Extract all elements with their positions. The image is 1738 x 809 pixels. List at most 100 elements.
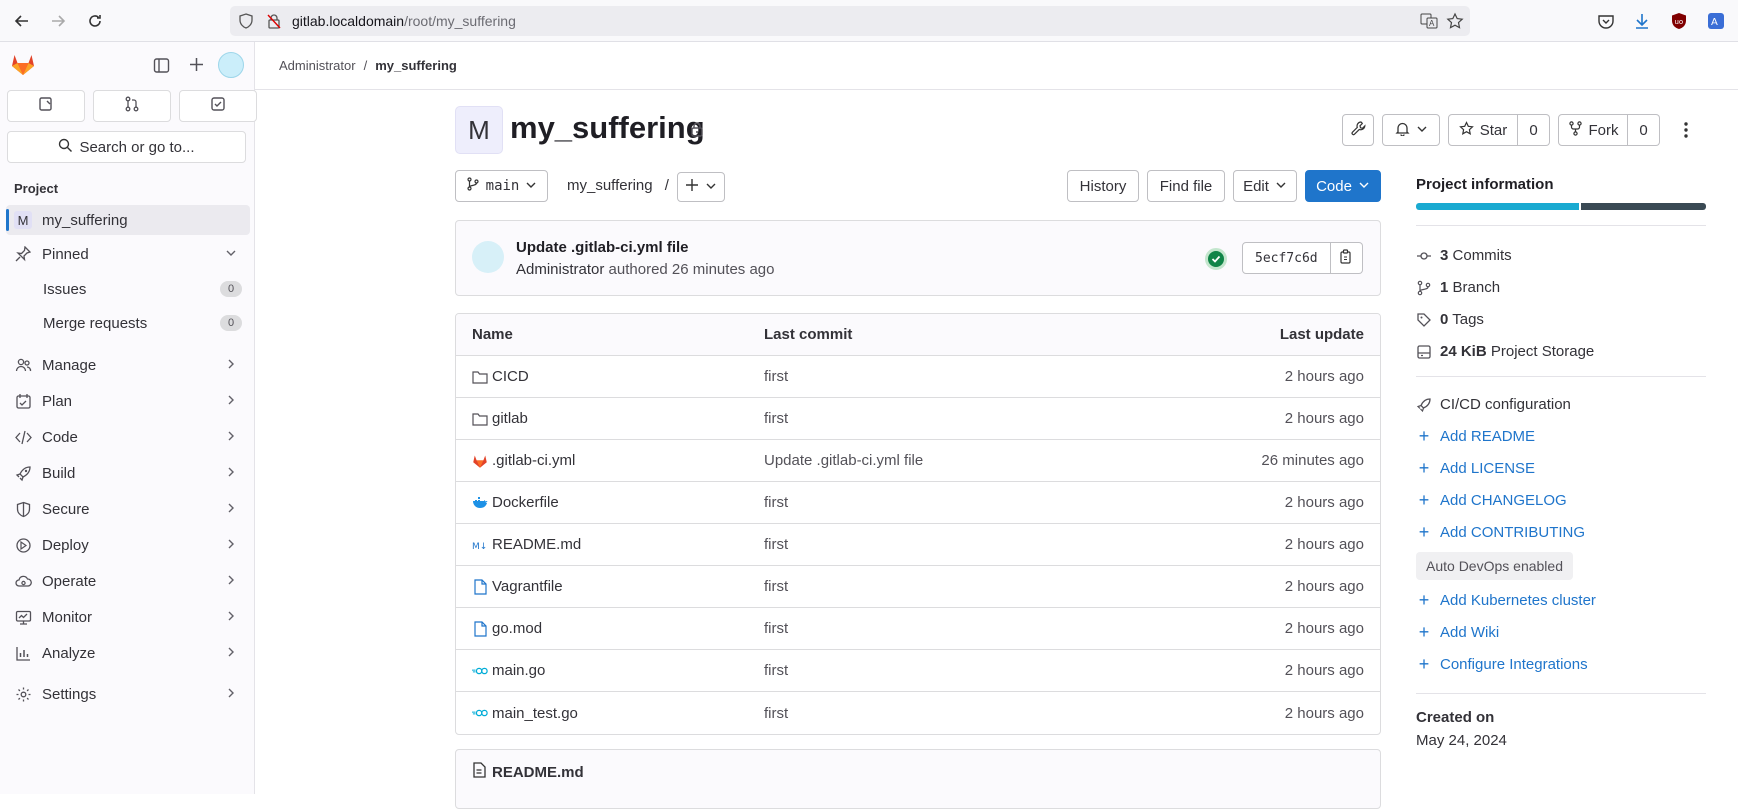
sidebar-item-plan[interactable]: Plan	[6, 386, 250, 416]
sidebar-item-pinned[interactable]: Pinned	[6, 239, 250, 269]
avatar[interactable]	[218, 52, 244, 78]
sidebar-item-operate[interactable]: Operate	[6, 566, 250, 596]
file-name-cell[interactable]: gitlab	[456, 410, 764, 427]
sidebar-item-secure[interactable]: Secure	[6, 494, 250, 524]
file-name-link[interactable]: Dockerfile	[492, 494, 559, 511]
add-changelog-link[interactable]: + Add CHANGELOG	[1416, 490, 1567, 510]
commit-author-avatar[interactable]	[472, 241, 504, 273]
repository-language-bar[interactable]	[1416, 203, 1706, 210]
commit-message-link[interactable]: first	[764, 368, 788, 385]
file-name-link[interactable]: Vagrantfile	[492, 578, 563, 595]
sidebar-toggle-icon[interactable]	[153, 57, 170, 78]
commits-stat-link[interactable]: 3 Commits	[1416, 247, 1512, 264]
commit-message-link[interactable]: first	[764, 410, 788, 427]
history-button[interactable]: History	[1067, 170, 1139, 202]
edit-button[interactable]: Edit	[1233, 170, 1297, 202]
commit-message-link[interactable]: Update .gitlab-ci.yml file	[764, 452, 923, 469]
add-contributing-link[interactable]: + Add CONTRIBUTING	[1416, 522, 1585, 542]
add-license-link[interactable]: + Add LICENSE	[1416, 458, 1535, 478]
table-row[interactable]: CICD first 2 hours ago	[456, 356, 1380, 398]
breadcrumb-current-link[interactable]: my_suffering	[375, 58, 457, 73]
notifications-button[interactable]	[1382, 114, 1440, 146]
commit-sha-link[interactable]: 5ecf7c6d	[1242, 242, 1331, 274]
table-row[interactable]: gitlab first 2 hours ago	[456, 398, 1380, 440]
table-row[interactable]: main_test.go first 2 hours ago	[456, 692, 1380, 734]
cicd-configuration-link[interactable]: CI/CD configuration	[1416, 396, 1571, 413]
sidebar-item-code[interactable]: Code	[6, 422, 250, 452]
auto-devops-badge[interactable]: Auto DevOps enabled	[1416, 552, 1573, 580]
merge-requests-tab-button[interactable]	[93, 90, 171, 122]
add-wiki-link[interactable]: + Add Wiki	[1416, 622, 1499, 642]
fork-count[interactable]: 0	[1628, 114, 1660, 146]
commit-title-link[interactable]: Update .gitlab-ci.yml file	[516, 239, 689, 256]
more-actions-icon[interactable]	[1678, 120, 1694, 144]
file-name-link[interactable]: main_test.go	[492, 705, 578, 722]
gitlab-logo-icon[interactable]	[10, 51, 36, 81]
branch-selector[interactable]: main	[455, 170, 548, 202]
repo-path-link[interactable]: my_suffering	[567, 177, 653, 194]
plus-icon[interactable]	[188, 56, 205, 77]
sidebar-item-deploy[interactable]: Deploy	[6, 530, 250, 560]
file-name-cell[interactable]: M↓ README.md	[456, 536, 764, 553]
language-segment-secondary[interactable]	[1581, 203, 1706, 210]
search-button[interactable]: Search or go to...	[7, 131, 246, 163]
star-count[interactable]: 0	[1518, 114, 1550, 146]
configure-integrations-link[interactable]: + Configure Integrations	[1416, 654, 1588, 674]
branches-stat-link[interactable]: 1 Branch	[1416, 279, 1500, 296]
pocket-icon[interactable]	[1594, 9, 1618, 33]
admin-wrench-button[interactable]	[1342, 114, 1374, 146]
file-name-cell[interactable]: CICD	[456, 368, 764, 385]
sidebar-item-settings[interactable]: Settings	[6, 679, 250, 709]
commit-author-link[interactable]: Administrator	[516, 261, 604, 278]
sidebar-item-monitor[interactable]: Monitor	[6, 602, 250, 632]
sidebar-item-project[interactable]: M my_suffering	[6, 205, 250, 235]
table-row[interactable]: main.go first 2 hours ago	[456, 650, 1380, 692]
find-file-button[interactable]: Find file	[1147, 170, 1225, 202]
table-row[interactable]: M↓ README.md first 2 hours ago	[456, 524, 1380, 566]
sidebar-item-manage[interactable]: Manage	[6, 350, 250, 380]
todo-tab-button[interactable]	[179, 90, 257, 122]
table-row[interactable]: Vagrantfile first 2 hours ago	[456, 566, 1380, 608]
sidebar-item-issues[interactable]: Issues 0	[6, 274, 250, 304]
ublock-icon[interactable]: uo	[1667, 9, 1691, 33]
file-name-cell[interactable]: main.go	[456, 662, 764, 679]
reload-icon[interactable]	[83, 9, 107, 33]
file-name-link[interactable]: gitlab	[492, 410, 528, 427]
forward-icon[interactable]	[46, 9, 70, 33]
star-button[interactable]: Star	[1448, 114, 1518, 146]
table-row[interactable]: go.mod first 2 hours ago	[456, 608, 1380, 650]
file-name-link[interactable]: README.md	[492, 536, 581, 553]
file-name-link[interactable]: .gitlab-ci.yml	[492, 452, 575, 469]
file-name-link[interactable]: go.mod	[492, 620, 542, 637]
file-name-cell[interactable]: main_test.go	[456, 705, 764, 722]
storage-stat-link[interactable]: 24 KiB Project Storage	[1416, 343, 1594, 360]
add-to-tree-button[interactable]	[677, 172, 725, 202]
tags-stat-link[interactable]: 0 Tags	[1416, 311, 1484, 328]
pipeline-status-icon[interactable]	[1205, 248, 1227, 270]
file-name-link[interactable]: main.go	[492, 662, 545, 679]
table-row[interactable]: .gitlab-ci.yml Update .gitlab-ci.yml file…	[456, 440, 1380, 482]
back-icon[interactable]	[10, 9, 34, 33]
copy-sha-button[interactable]	[1330, 242, 1363, 274]
bookmark-star-icon[interactable]	[1446, 12, 1464, 34]
file-name-link[interactable]: CICD	[492, 368, 529, 385]
readme-title-link[interactable]: README.md	[492, 764, 584, 781]
commit-message-link[interactable]: first	[764, 536, 788, 553]
sidebar-item-merge-requests[interactable]: Merge requests 0	[6, 308, 250, 338]
breadcrumb-parent-link[interactable]: Administrator	[279, 58, 356, 73]
issues-tab-button[interactable]	[7, 90, 85, 122]
file-name-cell[interactable]: .gitlab-ci.yml	[456, 452, 764, 469]
language-segment-primary[interactable]	[1416, 203, 1579, 210]
download-icon[interactable]	[1630, 9, 1654, 33]
sidebar-item-build[interactable]: Build	[6, 458, 250, 488]
table-row[interactable]: Dockerfile first 2 hours ago	[456, 482, 1380, 524]
commit-message-link[interactable]: first	[764, 662, 788, 679]
translate-icon[interactable]: A	[1420, 12, 1438, 34]
file-name-cell[interactable]: Dockerfile	[456, 494, 764, 511]
add-kubernetes-link[interactable]: + Add Kubernetes cluster	[1416, 590, 1596, 610]
extension-translate-icon[interactable]: A	[1704, 9, 1728, 33]
add-readme-link[interactable]: + Add README	[1416, 426, 1535, 446]
commit-message-link[interactable]: first	[764, 494, 788, 511]
file-name-cell[interactable]: go.mod	[456, 620, 764, 637]
sidebar-item-analyze[interactable]: Analyze	[6, 638, 250, 668]
